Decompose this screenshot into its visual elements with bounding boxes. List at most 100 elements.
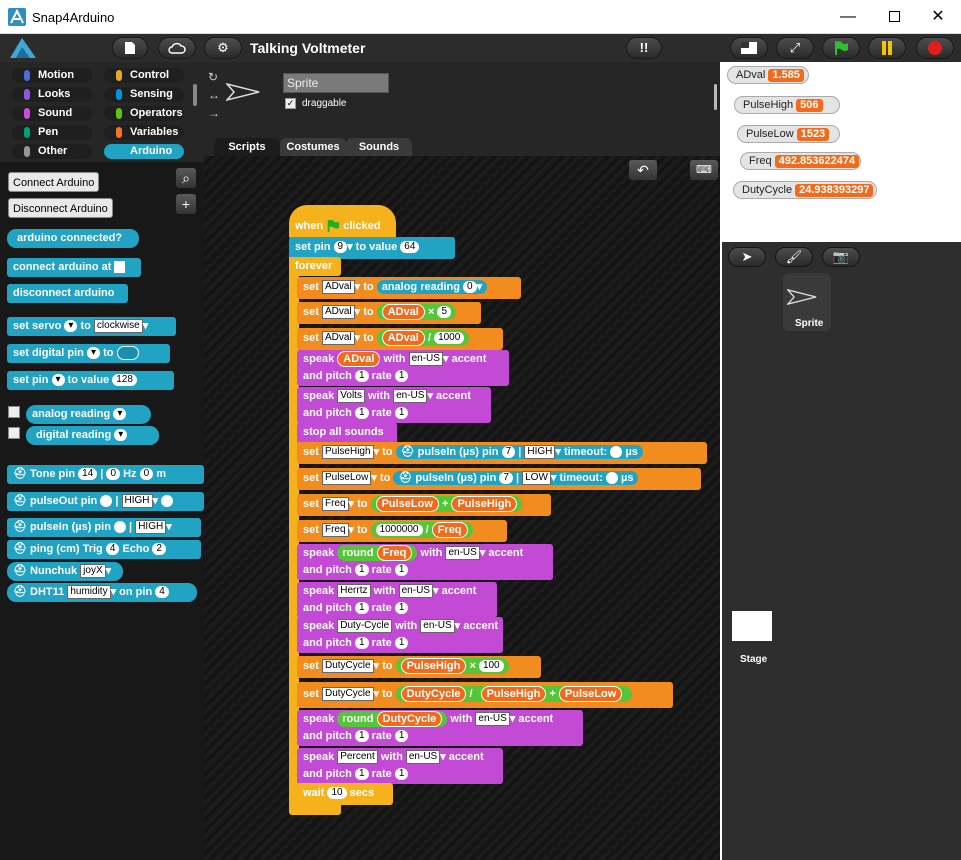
settings-menu-button[interactable]: ⚙ [204,37,242,59]
watcher-pulselow[interactable]: PulseLow 1523 [737,125,840,143]
rotation-left-right-icon[interactable]: ↔ [208,86,220,104]
category-pen[interactable]: Pen [12,125,92,140]
category-looks[interactable]: Looks [12,87,92,102]
category-scrollbar[interactable] [193,84,197,106]
palette-block-pulsein-pin[interactable]: ⛑ pulseIn (µs) pin | HIGH ▾ [7,518,201,537]
snap-logo-icon[interactable] [8,36,40,60]
tab-costumes[interactable]: Costumes [280,138,346,156]
palette-block-pulseout-pin[interactable]: ⛑ pulseOut pin | HIGH ▾ [7,492,204,511]
set-dutycycle-multiply-block[interactable]: set DutyCycle ▾ to PulseHigh × 100 [297,656,541,678]
rotation-none-icon[interactable]: → [208,104,220,122]
palette-block-disconnect-arduino[interactable]: disconnect arduino [7,284,128,303]
search-blocks-button[interactable]: ⌕ [176,168,196,188]
forever-block[interactable]: forever [289,257,341,276]
speak-round-dutycycle-block[interactable]: speak round DutyCycle with en-US ▾ accent… [297,710,583,746]
set-pin-block[interactable]: set pin 9 ▾ to value 64 [289,237,455,259]
watcher-adval[interactable]: ADval 1.585 [727,66,809,84]
unused-blocks-button[interactable]: !! [626,37,662,59]
disconnect-arduino-button[interactable]: Disconnect Arduino [8,198,113,218]
sprite-name-input[interactable] [283,73,389,93]
sprite-thumbnail-icon [226,82,260,102]
connect-arduino-button[interactable]: Connect Arduino [8,172,100,192]
window-title: Snap4Arduino [32,10,115,25]
stage-thumbnail[interactable] [732,611,772,641]
category-operators[interactable]: Operators [104,106,184,121]
cloud-menu-button[interactable] [158,37,196,59]
when-green-flag-clicked-block[interactable]: when clicked [289,205,396,239]
set-advar-divide-block[interactable]: set ADval ▾ to ADval / 1000 [297,328,503,350]
watcher-dutycycle[interactable]: DutyCycle 24.938393297 [733,181,877,199]
stop-button[interactable] [916,37,954,59]
camera-sprite-button[interactable]: 📷 [822,247,860,267]
maximize-button[interactable] [872,4,916,30]
set-freq-divide-block[interactable]: set Freq ▾ to 1000000 / Freq [297,520,507,542]
search-icon: ⌕ [182,170,190,186]
set-dutycycle-divide-block[interactable]: set DutyCycle ▾ to DutyCycle / PulseHigh … [297,682,673,708]
stage-size-icon [741,42,757,54]
speak-advar-block[interactable]: speak ADval with en-US ▾ accent and pitch … [297,350,509,386]
set-pulsehigh-block[interactable]: set PulseHigh ▾ to ⛑ pulseIn (µs) pin 7 |… [297,442,707,464]
set-freq-sum-block[interactable]: set Freq ▾ to PulseLow + PulseHigh [297,494,551,516]
category-arduino[interactable]: Arduino [104,144,184,159]
stop-icon [928,41,942,55]
make-block-button[interactable]: + [176,194,196,214]
speak-herrtz-block[interactable]: speak Herrtz with en-US ▾ accent and pitch… [297,582,497,618]
sprite-thumbnail-icon [787,289,817,305]
wait-secs-block[interactable]: wait 10 secs [297,783,393,805]
robot-icon: ⛑ [13,495,27,507]
pause-button[interactable] [868,37,906,59]
set-advar-analog-block[interactable]: set ADval ▾ to analog reading 0 ▾ [297,277,521,299]
set-advar-multiply-block[interactable]: set ADval ▾ to ADval × 5 [297,302,481,324]
watcher-freq[interactable]: Freq 492.853622474 [740,152,861,170]
info-scrollbar[interactable] [714,84,717,110]
palette-block-digital-reading[interactable]: digital reading ▾ [26,426,159,445]
tab-sounds[interactable]: Sounds [346,138,412,156]
analog-reading-checkbox[interactable] [8,406,20,418]
palette-block-arduino-connected[interactable]: arduino connected? [7,229,139,248]
category-sensing[interactable]: Sensing [104,87,184,102]
minimize-button[interactable]: — [826,4,870,30]
draggable-checkbox[interactable]: ✓ [285,98,296,109]
robot-icon: ⛑ [13,586,27,598]
keyboard-entry-button[interactable]: ⌨ [690,160,718,180]
window-titlebar: Snap4Arduino — ✕ [0,0,961,34]
tab-scripts[interactable]: Scripts [214,138,280,156]
category-selector: Motion Control Looks Sensing Sound Operators P… [0,62,204,162]
palette-block-connect-arduino-at[interactable]: connect arduino at [7,258,141,277]
palette-block-set-servo[interactable]: set servo ▾ to clockwise ▾ [7,317,176,336]
palette-block-ping[interactable]: ⛑ ping (cm) Trig 4 Echo 2 [7,540,201,559]
green-flag-button[interactable] [822,37,860,59]
category-motion[interactable]: Motion [12,68,92,83]
file-icon [125,42,135,54]
palette-block-analog-reading[interactable]: analog reading ▾ [26,405,151,424]
speak-dutycycle-text-block[interactable]: speak Duty-Cycle with en-US ▾ accent and p… [297,617,503,653]
undo-button[interactable]: ↶ [629,160,657,180]
draggable-label: draggable [302,98,347,109]
palette-block-set-digital-pin[interactable]: set digital pin ▾ to [7,344,170,363]
set-pulselow-block[interactable]: set PulseLow ▾ to ⛑ pulseIn (µs) pin 7 | … [297,468,701,490]
palette-block-set-pin[interactable]: set pin ▾ to value 128 [7,371,174,390]
watcher-pulsehigh[interactable]: PulseHigh 506 [734,96,840,114]
category-control[interactable]: Control [104,68,184,83]
category-sound[interactable]: Sound [12,106,92,121]
sprite-corral-item[interactable]: Sprite [783,273,831,331]
palette-block-dht11[interactable]: ⛑ DHT11 humidity ▾ on pin 4 [7,583,197,602]
speak-freq-block[interactable]: speak round Freq with en-US ▾ accent and p… [297,544,553,580]
digital-reading-checkbox[interactable] [8,427,20,439]
speak-percent-block[interactable]: speak Percent with en-US ▾ accent and pitc… [297,748,503,784]
stop-all-sounds-block[interactable]: stop all sounds [297,422,397,444]
stage-size-button[interactable] [730,37,768,59]
add-turtle-sprite-button[interactable]: ➤ [728,247,766,267]
fullscreen-button[interactable]: ⤢ [776,37,814,59]
paint-new-sprite-button[interactable]: 🖌 [775,247,813,267]
category-other[interactable]: Other [12,144,92,159]
robot-icon: ⛑ [13,565,27,577]
palette-block-tone-pin[interactable]: ⛑ Tone pin 14 | 0 Hz 0 m [7,465,204,484]
category-variables[interactable]: Variables [104,125,184,140]
paintbrush-icon: 🖌 [785,249,803,264]
palette-block-nunchuk[interactable]: ⛑ Nunchuk joyX ▾ [7,562,123,581]
rotation-can-rotate-icon[interactable]: ↻ [208,68,220,86]
speak-volts-block[interactable]: speak Volts with en-US ▾ accent and pitch … [297,387,491,423]
project-menu-button[interactable] [112,37,148,59]
close-button[interactable]: ✕ [916,4,960,30]
